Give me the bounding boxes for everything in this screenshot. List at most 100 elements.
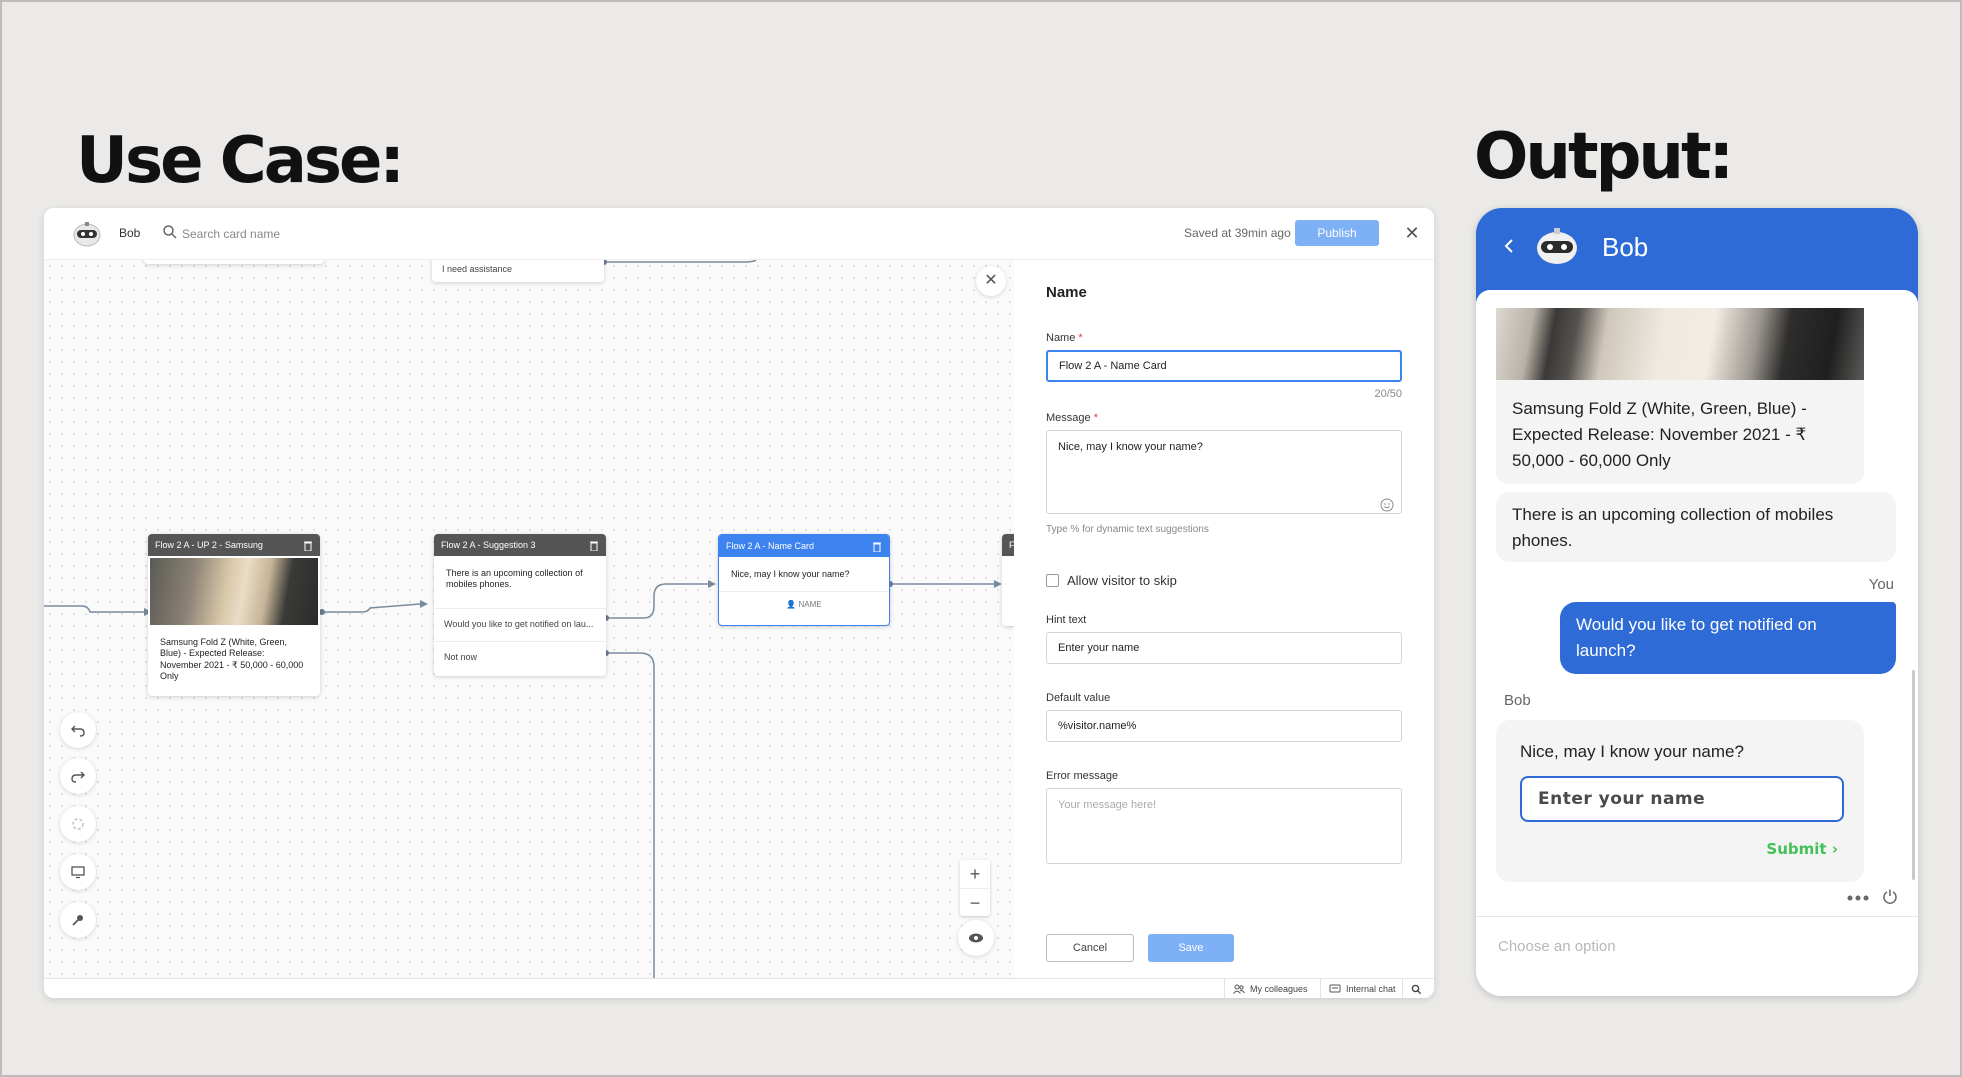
user-icon: 👤 xyxy=(786,600,797,609)
bot-avatar-icon xyxy=(1537,228,1577,264)
trash-icon[interactable] xyxy=(872,541,882,552)
zoom-controls: + − xyxy=(960,860,990,916)
error-message-field[interactable] xyxy=(1046,788,1402,864)
close-icon[interactable]: ✕ xyxy=(1402,222,1422,244)
people-icon xyxy=(1233,984,1245,994)
builder-topbar: Bob Saved at 39min ago Publish ✕ xyxy=(44,208,1434,260)
flow-builder-window: Bob Saved at 39min ago Publish ✕ xyxy=(44,208,1434,998)
bot-avatar-icon xyxy=(73,222,101,247)
my-colleagues-button[interactable]: My colleagues xyxy=(1224,979,1308,998)
submit-label: Submit xyxy=(1766,840,1827,858)
builder-bottom-bar: My colleagues Internal chat xyxy=(44,978,1434,998)
card-title: Flow 2 A - Name Card xyxy=(726,541,815,551)
zoom-out-button[interactable]: − xyxy=(960,888,990,916)
card-option[interactable]: I need assistance xyxy=(432,260,604,282)
internal-chat-button[interactable]: Internal chat xyxy=(1320,979,1396,998)
power-icon[interactable] xyxy=(1882,888,1898,904)
bottom-search-button[interactable] xyxy=(1402,979,1434,998)
refresh-icon xyxy=(72,818,84,830)
choose-option-input[interactable] xyxy=(1498,931,1878,961)
builder-bot-name: Bob xyxy=(119,226,141,240)
hint-text-label: Hint text xyxy=(1046,614,1087,626)
search-icon xyxy=(1411,984,1422,994)
name-counter: 20/50 xyxy=(1374,388,1402,400)
card-header: Flow 2 A - UP 2 - Samsung xyxy=(148,534,320,556)
product-card: Samsung Fold Z (White, Green, Blue) - Ex… xyxy=(1496,308,1864,484)
card-title: Flow 2 A - Suggestion 3 xyxy=(441,540,536,550)
my-colleagues-label: My colleagues xyxy=(1250,984,1308,994)
tool-pin-button[interactable] xyxy=(60,902,96,938)
cancel-button[interactable]: Cancel xyxy=(1046,934,1134,962)
internal-chat-label: Internal chat xyxy=(1346,984,1396,994)
chat-bot-name: Bob xyxy=(1602,232,1649,262)
card-properties-panel: Name Name * 20/50 Message * Nice, may I … xyxy=(1014,260,1434,978)
name-form-card: Nice, may I know your name? Submit › xyxy=(1496,720,1864,882)
product-image xyxy=(150,558,318,625)
undo-icon xyxy=(71,725,85,737)
save-button[interactable]: Save xyxy=(1148,934,1234,962)
search-icon xyxy=(163,225,177,239)
bot-message: There is an upcoming collection of mobil… xyxy=(1496,492,1896,562)
saved-status: Saved at 39min ago xyxy=(1184,226,1291,240)
card-samsung[interactable]: Flow 2 A - UP 2 - Samsung Samsung Fold Z… xyxy=(148,534,320,696)
field-tag-label: NAME xyxy=(798,600,822,609)
name-input[interactable] xyxy=(1520,776,1844,822)
card-text: Samsung Fold Z (White, Green, Blue) - Ex… xyxy=(160,637,304,681)
card-top-partial[interactable]: I need assistance xyxy=(432,260,604,282)
message-field[interactable]: Nice, may I know your name? xyxy=(1046,430,1402,514)
trash-icon[interactable] xyxy=(589,540,599,551)
eye-icon xyxy=(969,933,983,943)
preview-screen-button[interactable] xyxy=(60,854,96,890)
card-title: Flow 2 A - UP 2 - Samsung xyxy=(155,540,263,550)
more-options-icon[interactable] xyxy=(1846,894,1870,902)
hint-text-field[interactable] xyxy=(1046,632,1402,664)
publish-button[interactable]: Publish xyxy=(1295,220,1379,246)
name-field[interactable] xyxy=(1046,350,1402,382)
name-label: Name * xyxy=(1046,332,1083,344)
card-text: There is an upcoming collection of mobil… xyxy=(446,568,583,590)
card-header: Flow 2 A - Name Card xyxy=(719,535,889,557)
trash-icon[interactable] xyxy=(303,540,313,551)
zoom-in-button[interactable]: + xyxy=(960,860,990,888)
default-value-field[interactable] xyxy=(1046,710,1402,742)
undo-button[interactable] xyxy=(60,712,96,748)
card-header: Flow 2 A - Suggestion 3 xyxy=(434,534,606,556)
default-value-label: Default value xyxy=(1046,692,1111,704)
submit-button[interactable]: Submit › xyxy=(1766,840,1838,858)
panel-title: Name xyxy=(1046,284,1087,301)
message-hint: Type % for dynamic text suggestions xyxy=(1046,524,1209,535)
error-message-label: Error message xyxy=(1046,770,1119,782)
card-partial-right[interactable]: F xyxy=(1002,534,1014,626)
chat-scrollbar[interactable] xyxy=(1912,670,1915,880)
redo-icon xyxy=(71,771,85,783)
card-suggestion[interactable]: Flow 2 A - Suggestion 3 There is an upco… xyxy=(434,534,606,676)
card-option-not-now[interactable]: Not now xyxy=(434,641,606,672)
user-message: Would you like to get notified on launch… xyxy=(1560,602,1896,674)
redo-button[interactable] xyxy=(60,758,96,794)
preview-button[interactable] xyxy=(958,920,994,956)
output-heading: Output: xyxy=(1474,120,1734,194)
form-question: Nice, may I know your name? xyxy=(1520,742,1744,761)
close-panel-button[interactable]: ✕ xyxy=(976,266,1006,296)
flow-canvas[interactable]: I need assistance Flow 2 A - UP 2 - Sams… xyxy=(44,260,1014,978)
message-label: Message * xyxy=(1046,412,1098,424)
use-case-heading: Use Case: xyxy=(76,124,405,198)
chat-messages[interactable]: Samsung Fold Z (White, Green, Blue) - Ex… xyxy=(1476,290,1918,915)
chat-widget: Bob Samsung Fold Z (White, Green, Blue) … xyxy=(1476,208,1918,996)
card-option-notify[interactable]: Would you like to get notified on lau... xyxy=(434,608,606,641)
card-field-tag: 👤 NAME xyxy=(719,591,889,617)
allow-skip-label: Allow visitor to skip xyxy=(1067,573,1177,588)
search-card-input[interactable] xyxy=(182,221,442,247)
back-chevron-icon[interactable] xyxy=(1502,236,1516,256)
monitor-icon xyxy=(71,866,85,879)
refresh-button[interactable] xyxy=(60,806,96,842)
chevron-right-icon: › xyxy=(1831,840,1838,858)
allow-skip-checkbox[interactable] xyxy=(1046,574,1059,587)
card-name[interactable]: Flow 2 A - Name Card Nice, may I know yo… xyxy=(718,534,890,626)
card-top-left-partial[interactable] xyxy=(144,260,324,264)
card-header: F xyxy=(1002,534,1014,556)
pin-icon xyxy=(72,915,83,926)
product-text: Samsung Fold Z (White, Green, Blue) - Ex… xyxy=(1512,399,1807,470)
emoji-icon[interactable] xyxy=(1380,498,1394,512)
bob-label: Bob xyxy=(1504,692,1531,709)
